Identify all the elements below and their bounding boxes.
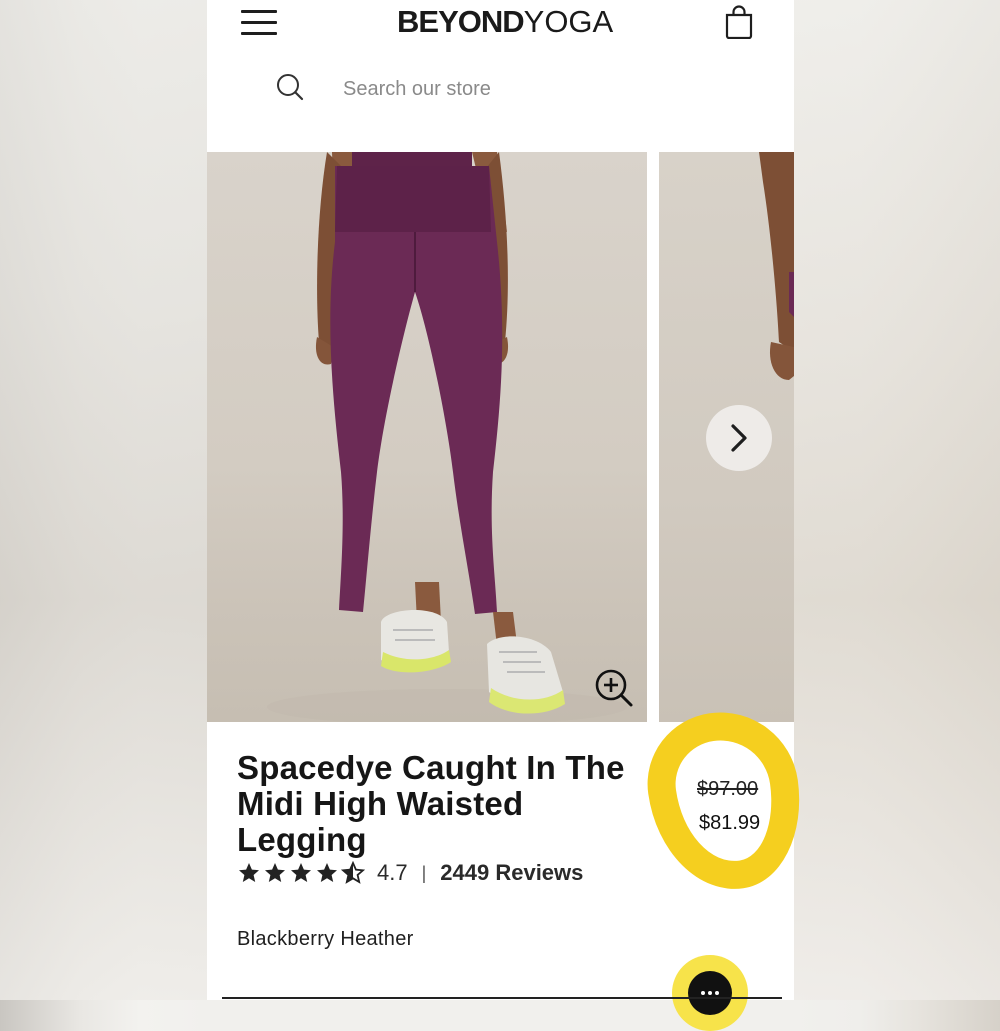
original-price: $97.00 — [697, 778, 759, 800]
logo-bold-text: BEYOND — [397, 4, 525, 39]
search-icon[interactable] — [275, 72, 305, 102]
selected-color-name: Blackberry Heather — [237, 928, 414, 950]
chevron-right-icon — [731, 424, 747, 452]
product-image-carousel[interactable] — [207, 152, 794, 722]
zoom-in-icon[interactable] — [594, 668, 634, 708]
bottom-divider — [222, 997, 782, 999]
carousel-next-button[interactable] — [706, 405, 772, 471]
product-title: Spacedye Caught In The Midi High Waisted… — [237, 749, 625, 858]
chat-button[interactable] — [672, 955, 748, 1031]
brand-logo[interactable]: BEYONDYOGA — [397, 4, 613, 40]
product-image-main[interactable] — [207, 152, 647, 722]
search-input[interactable] — [341, 73, 725, 105]
shopping-bag-icon[interactable] — [724, 5, 754, 39]
star-icon — [265, 863, 285, 882]
background-blur-right — [794, 0, 1000, 1000]
star-icon — [317, 863, 337, 882]
model-legging-illustration — [267, 152, 627, 722]
star-icon — [291, 863, 311, 882]
rating-summary: 4.7 | 2449 Reviews — [237, 858, 583, 888]
hamburger-icon[interactable] — [241, 8, 277, 36]
logo-light-text: YOGA — [523, 4, 614, 39]
rating-value: 4.7 — [377, 860, 408, 885]
rating-stars — [237, 861, 365, 885]
star-icon — [239, 863, 259, 882]
search-bar — [207, 64, 794, 114]
background-blur-left — [0, 0, 207, 1000]
rating-separator: | — [421, 862, 427, 883]
sale-price: $81.99 — [699, 812, 761, 834]
half-star-icon — [341, 861, 365, 884]
chat-ellipsis-icon — [688, 971, 732, 1015]
site-header: BEYONDYOGA — [207, 0, 794, 152]
reviews-link[interactable]: 2449 Reviews — [440, 860, 583, 886]
